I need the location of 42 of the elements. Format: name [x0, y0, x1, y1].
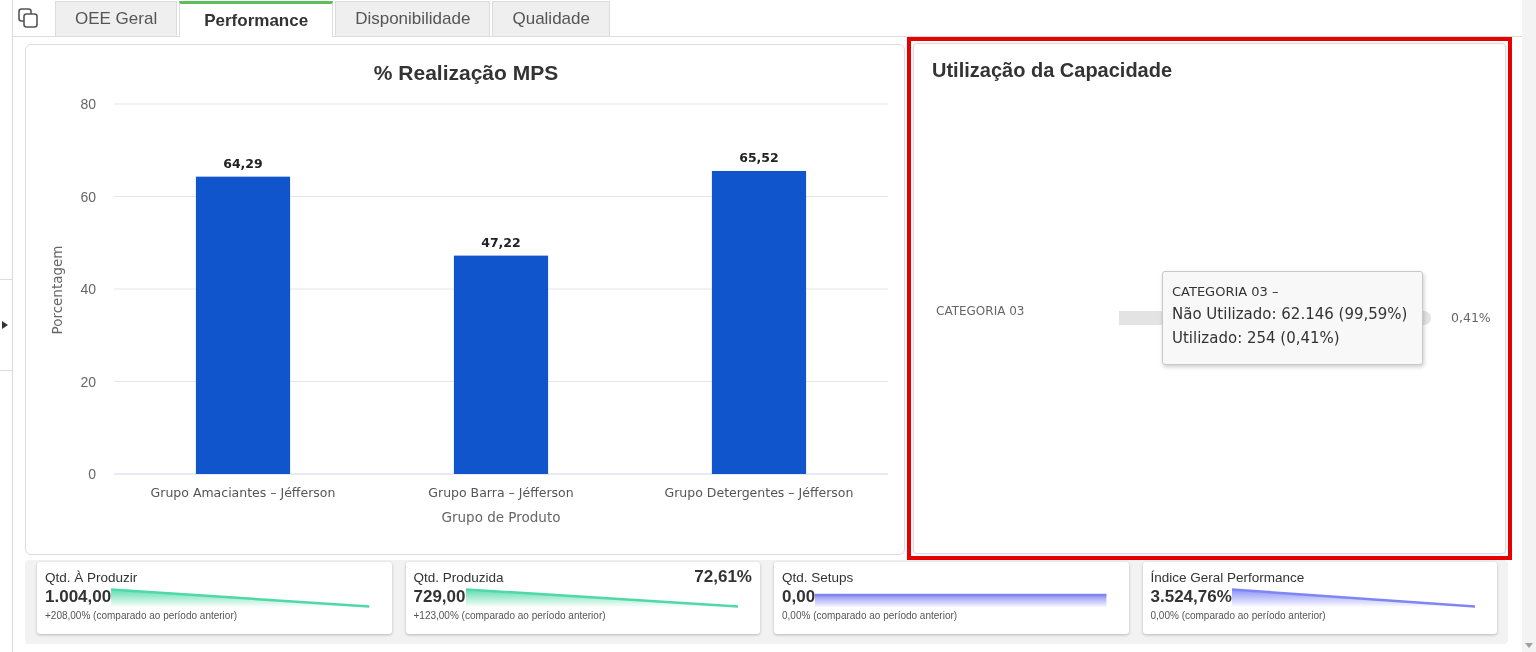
tab[interactable]: Performance: [179, 1, 334, 37]
bar-value-label: 0,41%: [1451, 310, 1491, 326]
kpi-change: 0,00% (comparado ao período anterior): [782, 610, 958, 621]
kpi-percent: 72,61%: [694, 567, 752, 587]
y-tick-label: 20: [80, 373, 96, 390]
bar-value-label: 64,29: [223, 155, 263, 171]
kpi-change: +123,00% (comparado ao período anterior): [413, 610, 606, 621]
x-category-label: Grupo Detergentes – Jéfferson: [664, 485, 854, 500]
kpi-label: Qtd. Setups: [782, 569, 854, 585]
kpi-value: 3.524,76%: [1150, 586, 1232, 608]
y-axis-title: Porcentagem: [49, 245, 65, 335]
bar-value-label: 65,52: [739, 149, 779, 165]
tab[interactable]: Qualidade: [492, 1, 610, 36]
x-category-label: Grupo Barra – Jéfferson: [428, 485, 574, 500]
capacity-bar: [1119, 311, 1162, 325]
kpi-label: Índice Geral Performance: [1150, 569, 1305, 585]
copy-icon[interactable]: [18, 8, 38, 28]
kpi-label: Qtd. Produzida: [413, 569, 504, 585]
y-tick-label: 60: [80, 188, 96, 205]
kpi-label: Qtd. À Produzir: [45, 569, 138, 585]
x-axis-title: Grupo de Produto: [441, 509, 561, 525]
x-category-label: Grupo Amaciantes – Jéfferson: [150, 485, 336, 500]
category-label: CATEGORIA 03: [936, 304, 1026, 318]
y-tick-label: 40: [80, 281, 96, 297]
y-tick-label: 0: [88, 466, 96, 482]
tab[interactable]: Disponibilidade: [335, 1, 491, 36]
tooltip-title: CATEGORIA 03 –: [1172, 283, 1280, 301]
kpi-value: 0,00: [782, 586, 816, 608]
kpi-change: +208,00% (comparado ao período anterior): [45, 610, 238, 621]
tooltip-line: Não Utilizado: 62.146 (99,59%): [1172, 304, 1409, 325]
caret-right-icon[interactable]: [2, 321, 8, 329]
kpi-change: 0,00% (comparado ao período anterior): [1150, 610, 1326, 621]
tooltip-line: Utilizado: 254 (0,41%): [1172, 328, 1341, 349]
scrollbar[interactable]: [1522, 0, 1536, 652]
y-tick-label: 80: [80, 96, 96, 112]
bar-value-label: 47,22: [481, 234, 521, 250]
tab[interactable]: OEE Geral: [55, 1, 178, 36]
kpi-value: 729,00: [413, 586, 466, 608]
chart-title: % Realização MPS: [373, 61, 559, 84]
kpi-value: 1.004,00: [45, 586, 112, 608]
panel-title: Utilização da Capacidade: [932, 58, 1174, 82]
capacity-bar-end: [1423, 311, 1431, 325]
